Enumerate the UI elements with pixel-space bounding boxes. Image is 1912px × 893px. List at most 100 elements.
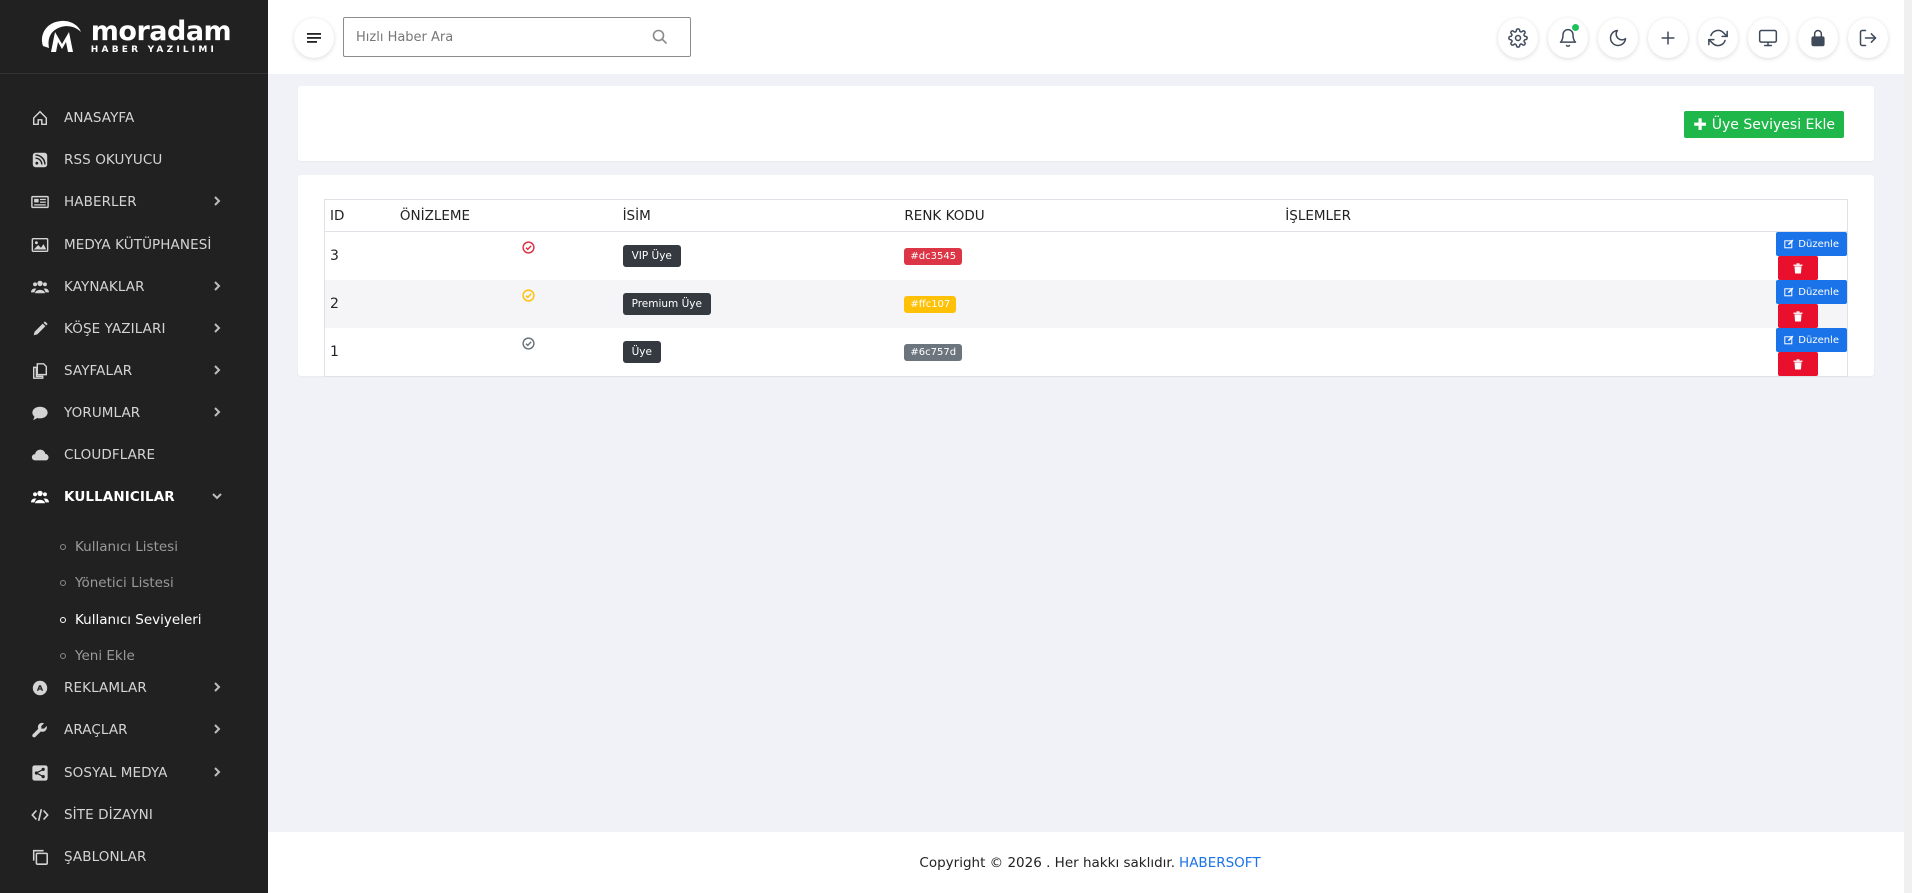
sidebar-item-8[interactable]: YORUMLAR bbox=[0, 392, 268, 434]
refresh-button[interactable] bbox=[1698, 18, 1738, 58]
sidebar-item-5[interactable]: KAYNAKLAR bbox=[0, 266, 268, 308]
sidebar-item-2[interactable]: RSS OKUYUCU bbox=[0, 139, 268, 181]
sidebar-item-label: SOSYAL MEDYA bbox=[64, 765, 168, 781]
col-header-preview: ÖNİZLEME bbox=[394, 199, 618, 232]
cell-ops: Düzenle bbox=[1280, 328, 1847, 377]
sidebar-item-4[interactable]: MEDYA KÜTÜPHANESİ bbox=[0, 224, 268, 266]
sidebar-item-14[interactable]: SİTE DİZAYNI bbox=[0, 794, 268, 836]
edit-icon bbox=[1784, 335, 1794, 345]
sidebar: moradam HABER YAZILIMI ANASAYFA RSS OKUYU… bbox=[0, 0, 268, 893]
member-name-badge: Premium Üye bbox=[622, 293, 711, 315]
view-site-button[interactable] bbox=[1748, 18, 1788, 58]
chevron-down-icon bbox=[210, 489, 224, 503]
table-row: 2 Premium Üye #ffc107 Düzenle bbox=[324, 280, 1848, 328]
sidebar-item-3[interactable]: HABERLER bbox=[0, 181, 268, 223]
edit-button[interactable]: Düzenle bbox=[1776, 232, 1847, 256]
cell-color: #6c757d bbox=[899, 328, 1280, 377]
image-icon bbox=[30, 235, 50, 255]
hamburger-icon bbox=[307, 33, 321, 43]
sidebar-item-label: CLOUDFLARE bbox=[64, 447, 156, 463]
notifications-button[interactable] bbox=[1548, 18, 1588, 58]
chevron-right-icon bbox=[210, 765, 224, 779]
chevron-right-icon bbox=[210, 722, 224, 736]
sidebar-item-13[interactable]: SOSYAL MEDYA bbox=[0, 752, 268, 794]
sidebar-item-1[interactable]: ANASAYFA bbox=[0, 97, 268, 139]
sidebar-subitem-3[interactable]: Kullanıcı Seviyeleri bbox=[0, 603, 268, 637]
ad-icon bbox=[30, 678, 50, 698]
bell-icon bbox=[1559, 28, 1577, 48]
sidebar-item-label: KAYNAKLAR bbox=[64, 279, 145, 295]
cell-preview bbox=[395, 328, 618, 377]
rss-icon bbox=[30, 150, 50, 170]
notification-dot bbox=[1572, 24, 1579, 31]
cell-id: 2 bbox=[324, 280, 395, 328]
vertical-scrollbar[interactable] bbox=[1904, 0, 1912, 893]
sidebar-item-10[interactable]: KULLANICILAR bbox=[0, 476, 268, 518]
sidebar-item-15[interactable]: ŞABLONLAR bbox=[0, 836, 268, 878]
cell-ops: Düzenle bbox=[1280, 280, 1848, 328]
sidebar-item-9[interactable]: CLOUDFLARE bbox=[0, 434, 268, 476]
sidebar-item-label: MEDYA KÜTÜPHANESİ bbox=[64, 237, 212, 253]
color-code-badge: #ffc107 bbox=[904, 296, 957, 313]
users-icon bbox=[30, 277, 50, 297]
delete-button[interactable] bbox=[1778, 352, 1819, 376]
logo-tagline: HABER YAZILIMI bbox=[90, 45, 218, 55]
search-box bbox=[343, 17, 691, 57]
cell-ops: Düzenle bbox=[1280, 232, 1847, 280]
cloud-icon bbox=[30, 445, 50, 465]
edit-button[interactable]: Düzenle bbox=[1776, 280, 1847, 304]
trash-icon bbox=[1793, 310, 1803, 321]
footer-brand-link[interactable]: HABERSOFT bbox=[1179, 855, 1261, 871]
edit-button[interactable]: Düzenle bbox=[1776, 328, 1847, 352]
cell-color: #ffc107 bbox=[899, 280, 1281, 328]
sidebar-item-label: YORUMLAR bbox=[64, 405, 141, 421]
chevron-right-icon bbox=[210, 321, 224, 335]
sidebar-item-label: HABERLER bbox=[64, 194, 137, 210]
delete-button[interactable] bbox=[1778, 304, 1819, 328]
cell-name: Üye bbox=[618, 328, 900, 377]
member-name-badge: Üye bbox=[622, 341, 661, 363]
logout-button[interactable] bbox=[1848, 18, 1888, 58]
code-icon bbox=[30, 805, 50, 825]
edit-button-label: Düzenle bbox=[1798, 238, 1839, 250]
cell-name: VIP Üye bbox=[618, 232, 900, 281]
cell-id: 1 bbox=[330, 344, 339, 360]
menu-toggle-button[interactable] bbox=[294, 18, 334, 58]
footer: Copyright © 2026 . Her hakkı saklıdır. H… bbox=[268, 832, 1912, 893]
color-code-badge: #dc3545 bbox=[904, 248, 963, 265]
lock-button[interactable] bbox=[1798, 18, 1838, 58]
search-input[interactable] bbox=[344, 18, 644, 56]
check-circle-icon bbox=[522, 289, 535, 302]
chevron-right-icon bbox=[210, 279, 224, 293]
sidebar-item-label: ARAÇLAR bbox=[64, 722, 128, 738]
sidebar-subitem-4[interactable]: Yeni Ekle bbox=[0, 639, 268, 673]
monitor-icon bbox=[1758, 29, 1778, 47]
refresh-icon bbox=[1708, 29, 1728, 47]
col-header-id: ID bbox=[324, 199, 395, 232]
settings-button[interactable] bbox=[1498, 18, 1538, 58]
cell-color: #dc3545 bbox=[899, 232, 1280, 281]
sidebar-item-12[interactable]: ARAÇLAR bbox=[0, 709, 268, 751]
sidebar-item-7[interactable]: SAYFALAR bbox=[0, 350, 268, 392]
sidebar-subitem-1[interactable]: Kullanıcı Listesi bbox=[0, 530, 268, 564]
sidebar-item-label: ŞABLONLAR bbox=[64, 849, 147, 865]
chevron-right-icon bbox=[210, 194, 224, 208]
add-member-level-button[interactable]: ✚ Üye Seviyesi Ekle bbox=[1684, 111, 1844, 138]
sidebar-item-11[interactable]: REKLAMLAR bbox=[0, 667, 268, 709]
bullet-icon bbox=[60, 653, 66, 659]
sidebar-item-6[interactable]: KÖŞE YAZILARI bbox=[0, 308, 268, 350]
topbar-actions bbox=[1498, 18, 1888, 58]
add-button[interactable] bbox=[1648, 18, 1688, 58]
home-icon bbox=[30, 108, 50, 128]
trash-icon bbox=[1793, 358, 1803, 369]
sidebar-subitem-2[interactable]: Yönetici Listesi bbox=[0, 566, 268, 600]
sidebar-subitem-label: Yeni Ekle bbox=[75, 648, 135, 664]
dark-mode-button[interactable] bbox=[1598, 18, 1638, 58]
logo[interactable]: moradam HABER YAZILIMI bbox=[0, 0, 268, 74]
search-icon[interactable] bbox=[652, 29, 668, 45]
topbar bbox=[268, 0, 1912, 74]
chevron-right-icon bbox=[210, 405, 224, 419]
pencil-icon bbox=[30, 319, 50, 339]
member-name-badge: VIP Üye bbox=[622, 245, 681, 267]
delete-button[interactable] bbox=[1778, 256, 1819, 280]
